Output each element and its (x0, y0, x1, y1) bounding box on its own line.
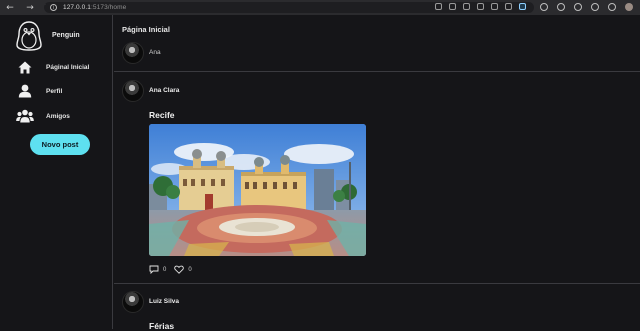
back-icon[interactable]: ← (4, 2, 16, 14)
post-author[interactable]: Ana Clara (149, 87, 179, 94)
address-bar[interactable]: i 127.0.0.1:5173/home (44, 2, 534, 13)
penguin-logo-icon[interactable] (16, 21, 42, 51)
user-icon (16, 83, 34, 99)
main-feed: Página Inicial Ana Ana Clara Recife 0 0 … (114, 15, 640, 331)
comment-button[interactable]: 0 (149, 265, 166, 274)
comment-icon (149, 265, 159, 274)
sidebar-item-profile[interactable]: Perfil (16, 83, 62, 99)
composer-user-name: Ana (149, 49, 161, 56)
site-info-icon[interactable]: i (50, 4, 57, 11)
extension-icon[interactable] (491, 3, 498, 10)
history-icon[interactable] (591, 3, 599, 11)
collections-icon[interactable] (574, 3, 582, 11)
sidebar-item-label: Perfil (46, 87, 63, 95)
downloads-icon[interactable] (608, 3, 616, 11)
browser-toolbar: ← → ↻ i 127.0.0.1:5173/home ··· (0, 0, 640, 15)
divider (114, 71, 640, 72)
zoom-icon[interactable] (463, 3, 470, 10)
sidebar: Penguin Páginal Inicial Perfil Amigos No… (0, 15, 113, 329)
sidebar-item-home[interactable]: Páginal Inicial (16, 59, 89, 75)
favorites-icon[interactable] (557, 3, 565, 11)
active-extension-icon[interactable] (519, 3, 526, 10)
star-icon[interactable] (477, 3, 484, 10)
divider (114, 283, 640, 284)
post-author[interactable]: Luiz Silva (149, 298, 179, 305)
sidebar-item-friends[interactable]: Amigos (16, 108, 70, 124)
sidebar-item-label: Amigos (46, 112, 70, 120)
page-title: Página Inicial (122, 25, 170, 34)
like-button[interactable]: 0 (174, 265, 192, 274)
profile-avatar[interactable] (625, 3, 633, 11)
brand-name: Penguin (52, 32, 80, 39)
translate-icon[interactable] (449, 3, 456, 10)
like-count: 0 (188, 266, 192, 273)
url-text: 127.0.0.1:5173/home (63, 4, 127, 11)
friends-icon (16, 108, 34, 124)
heart-icon (174, 265, 185, 274)
home-icon (16, 59, 34, 75)
avatar[interactable] (122, 80, 144, 102)
post-actions: 0 0 (149, 265, 200, 274)
post-title: Férias (149, 321, 175, 331)
post-title: Recife (149, 110, 175, 120)
comment-count: 0 (163, 266, 167, 273)
avatar[interactable] (122, 291, 144, 313)
read-aloud-icon[interactable] (435, 3, 442, 10)
new-post-button[interactable]: Novo post (30, 134, 90, 155)
post-image[interactable] (149, 124, 366, 256)
split-screen-icon[interactable] (540, 3, 548, 11)
avatar[interactable] (122, 42, 144, 64)
forward-icon[interactable]: → (24, 2, 36, 14)
copilot-icon[interactable] (505, 3, 512, 10)
sidebar-item-label: Páginal Inicial (46, 63, 90, 71)
